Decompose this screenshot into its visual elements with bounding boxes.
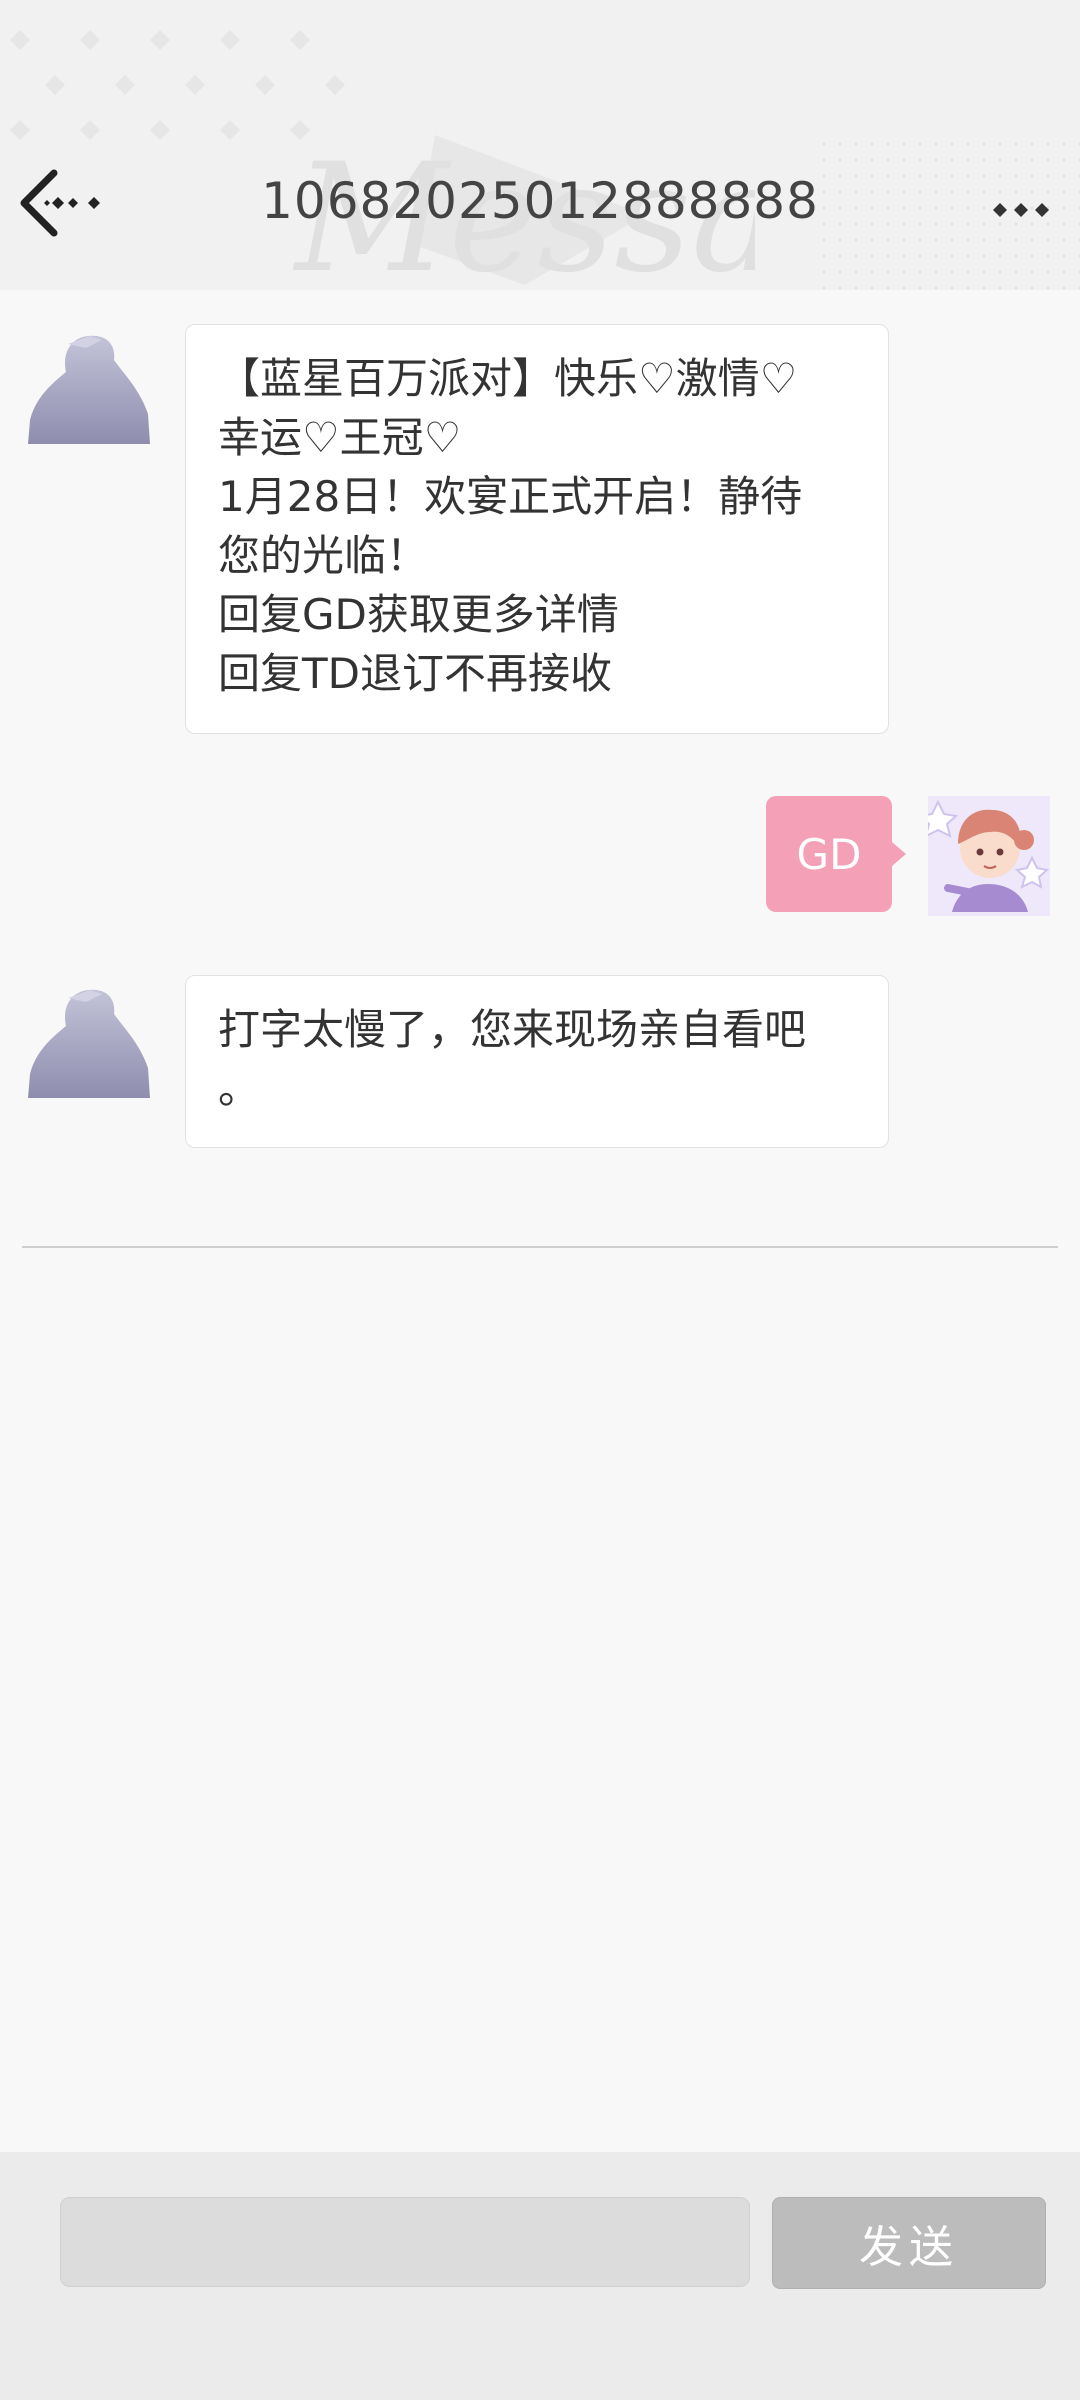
send-button[interactable]: 发送: [772, 2197, 1046, 2289]
message-text: 【蓝星百万派对】快乐♡激情♡ 幸运♡王冠♡ 1月28日！欢宴正式开启！静待 您的…: [218, 354, 803, 698]
message-text: GD: [796, 829, 862, 879]
conversation-title: 10682025012888888: [261, 172, 819, 230]
chat-screen: Message 10682025012888888 【蓝星百万派对】快乐♡激情♡…: [0, 0, 1080, 2400]
header: Message 10682025012888888: [0, 0, 1080, 290]
message-input[interactable]: [60, 2197, 750, 2287]
message-bubble-outgoing: GD: [766, 796, 906, 912]
message-bubble-incoming: 打字太慢了，您来现场亲自看吧 。: [185, 975, 889, 1148]
sender-avatar: [28, 989, 150, 1098]
message-bubble-incoming: 【蓝星百万派对】快乐♡激情♡ 幸运♡王冠♡ 1月28日！欢宴正式开启！静待 您的…: [185, 324, 889, 734]
divider: [22, 1246, 1058, 1248]
message-text: 打字太慢了，您来现场亲自看吧 。: [218, 1005, 807, 1113]
user-avatar: [928, 796, 1050, 916]
more-dots-icon[interactable]: [985, 190, 1055, 230]
sender-avatar: [28, 335, 150, 444]
composer-bar: 发送: [0, 2152, 1080, 2400]
